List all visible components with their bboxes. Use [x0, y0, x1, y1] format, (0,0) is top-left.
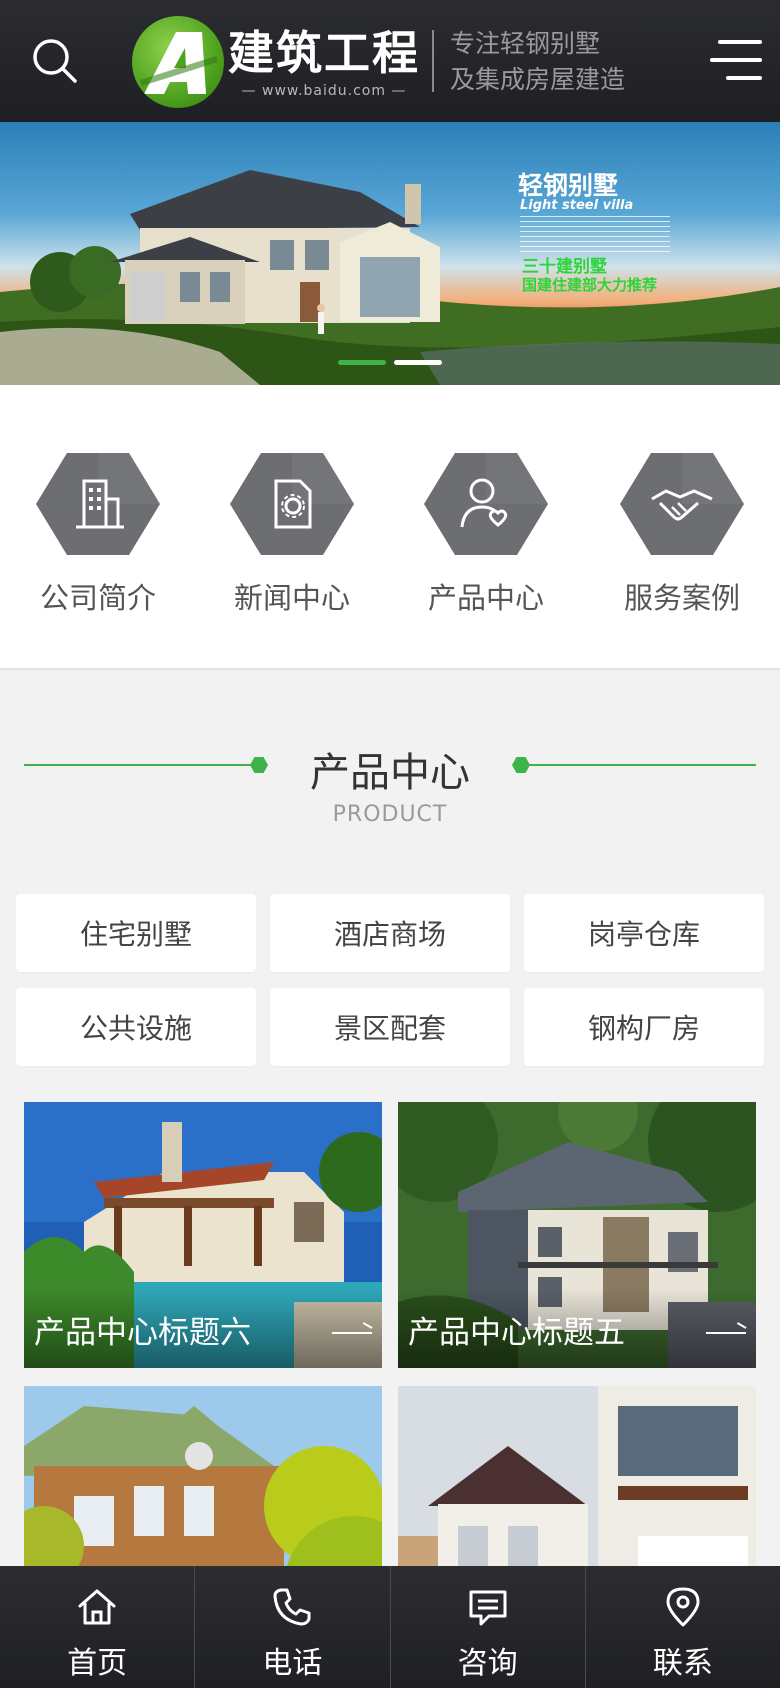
- home-icon: [78, 1589, 116, 1625]
- search-button[interactable]: [30, 36, 80, 86]
- banner-fine-print: [520, 216, 670, 254]
- bottom-nav-label: 电话: [262, 1646, 323, 1681]
- banner-tag-2: 国建住建部大力推荐: [522, 276, 658, 294]
- bottom-nav-phone[interactable]: 电话: [194, 1566, 389, 1688]
- category-steel-factory[interactable]: 钢构厂房: [524, 988, 764, 1066]
- quick-nav-label: 新闻中心: [233, 581, 350, 615]
- bottom-nav-consult[interactable]: 咨询: [389, 1566, 585, 1688]
- search-icon: [33, 39, 77, 83]
- quick-nav-product-center[interactable]: 产品中心: [411, 451, 561, 617]
- quick-nav-news-center[interactable]: 新闻中心: [217, 451, 367, 617]
- quick-nav-label: 公司简介: [39, 581, 156, 615]
- quick-nav: 公司简介 新闻中心 产品中心 服务案例: [0, 385, 780, 670]
- menu-icon: [718, 40, 762, 44]
- category-public-facilities[interactable]: 公共设施: [16, 988, 256, 1066]
- section-title: 产品中心: [310, 750, 470, 796]
- quick-nav-label: 服务案例: [623, 581, 740, 615]
- building-icon: [36, 453, 160, 555]
- menu-button[interactable]: [710, 38, 762, 84]
- section-title-line-right: [526, 764, 756, 766]
- logo-url: — www.baidu.com —: [241, 83, 407, 99]
- banner-carousel[interactable]: 轻钢别墅 Light steel villa 三十建别墅 国建住建部大力推荐: [0, 122, 780, 385]
- carousel-dot-2[interactable]: [394, 360, 442, 365]
- header: 建筑工程 — www.baidu.com — 专注轻钢别墅 及集成房屋建造: [0, 0, 780, 122]
- arrow-right-icon: [706, 1332, 746, 1334]
- site-logo[interactable]: 建筑工程 — www.baidu.com —: [132, 15, 420, 109]
- category-scenic-facilities[interactable]: 景区配套: [270, 988, 510, 1066]
- slogan: 专注轻钢别墅 及集成房屋建造: [450, 26, 625, 98]
- quick-nav-company-profile[interactable]: 公司简介: [23, 451, 173, 617]
- bottom-nav-contact[interactable]: 联系: [584, 1566, 780, 1688]
- bottom-nav-label: 联系: [652, 1646, 713, 1681]
- location-pin-icon: [666, 1587, 700, 1627]
- banner-title: 轻钢别墅: [518, 171, 619, 200]
- phone-icon: [273, 1588, 311, 1626]
- bottom-nav-label: 首页: [67, 1646, 128, 1681]
- category-hotel-mall[interactable]: 酒店商场: [270, 894, 510, 972]
- product-card[interactable]: 产品中心标题六: [24, 1102, 382, 1368]
- carousel-dots: [338, 360, 442, 365]
- quick-nav-label: 产品中心: [427, 581, 544, 615]
- logo-mark: [132, 16, 224, 108]
- category-residential-villa[interactable]: 住宅别墅: [16, 894, 256, 972]
- user-heart-icon: [424, 453, 548, 555]
- chat-icon: [469, 1590, 507, 1626]
- quick-nav-service-cases[interactable]: 服务案例: [607, 451, 757, 617]
- product-card-title: 产品中心标题六: [34, 1315, 251, 1351]
- arrow-right-icon: [332, 1332, 372, 1334]
- bottom-nav-home[interactable]: 首页: [0, 1566, 194, 1688]
- slogan-line-1: 专注轻钢别墅: [450, 29, 601, 58]
- document-gear-icon: [230, 453, 354, 555]
- category-kiosk-warehouse[interactable]: 岗亭仓库: [524, 894, 764, 972]
- carousel-dot-1[interactable]: [338, 360, 386, 365]
- bottom-nav: 首页 电话 咨询 联系: [0, 1566, 780, 1688]
- product-card[interactable]: 产品中心标题五: [398, 1102, 756, 1368]
- banner-subtitle: Light steel villa: [520, 198, 634, 213]
- logo-divider: [432, 30, 434, 92]
- slogan-line-2: 及集成房屋建造: [450, 65, 626, 94]
- product-card-title: 产品中心标题五: [408, 1315, 625, 1351]
- logo-title: 建筑工程: [228, 26, 420, 80]
- bottom-nav-label: 咨询: [457, 1646, 518, 1681]
- handshake-icon: [620, 453, 744, 555]
- section-subtitle: PRODUCT: [332, 802, 448, 827]
